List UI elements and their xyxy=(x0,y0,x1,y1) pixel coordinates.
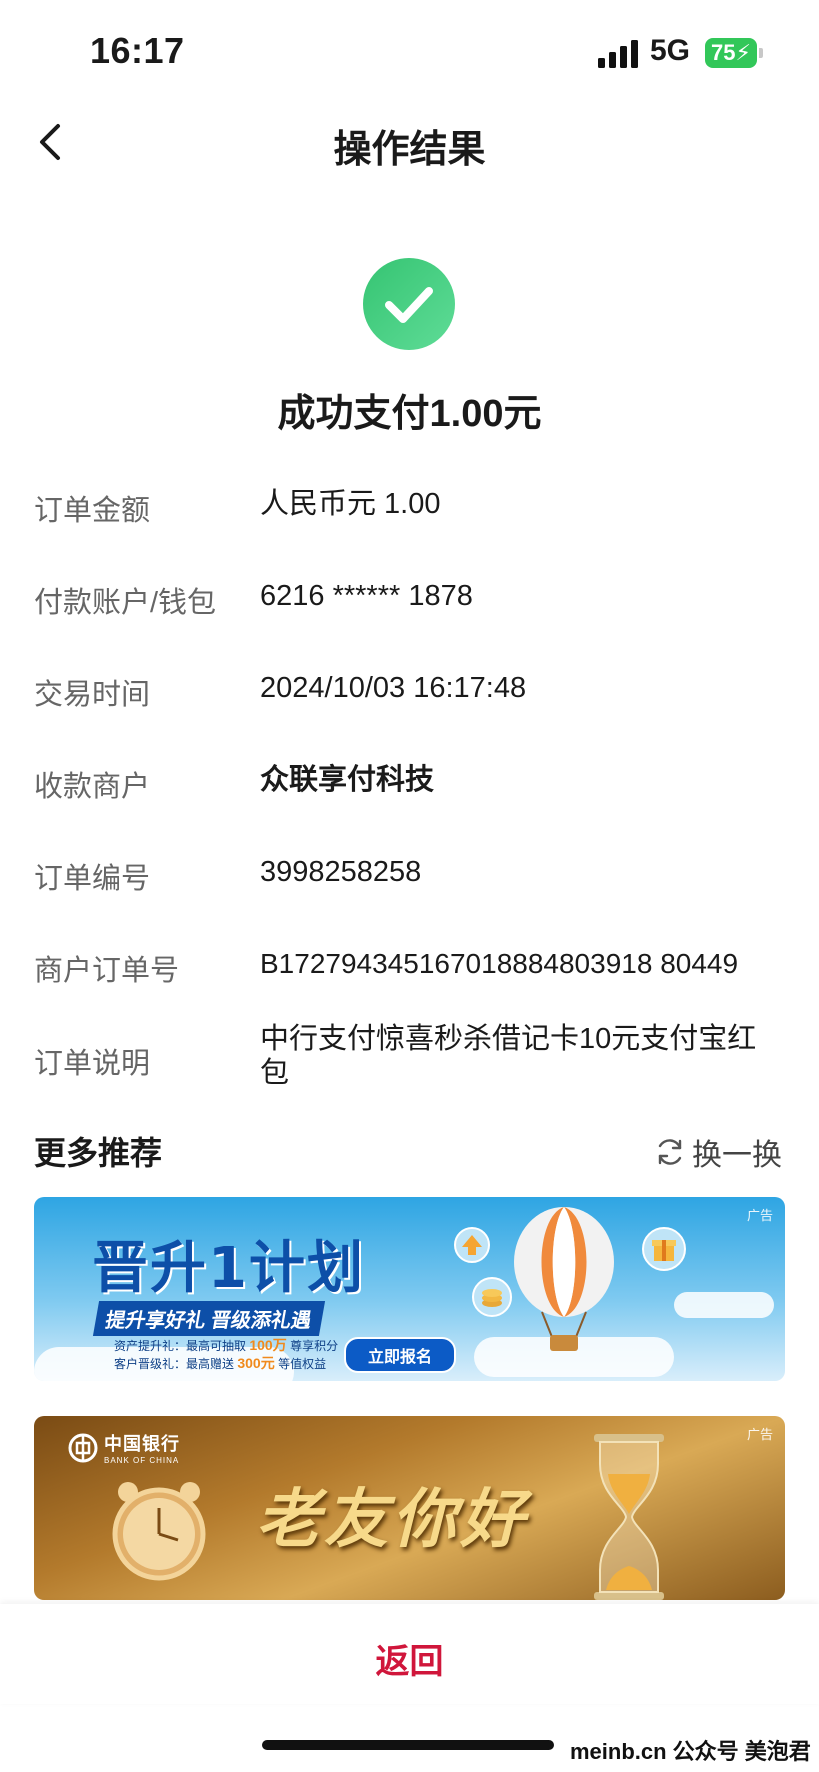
network-label: 5G xyxy=(650,34,691,67)
bank-of-china-logo-icon xyxy=(68,1433,98,1462)
banner-line-1-suffix: 尊享积分 xyxy=(290,1339,339,1353)
signal-icon xyxy=(598,40,638,68)
detail-label-description: 订单说明 xyxy=(34,1048,151,1080)
promo-banner-upgrade[interactable]: 广告 晋升1计划 提升享好礼 晋级添礼遇 资产提升礼：最高可抽取 100万 尊享… xyxy=(34,1197,785,1381)
banner-headline: 晋升1计划 xyxy=(92,1236,365,1301)
detail-label-order-id: 订单编号 xyxy=(34,863,151,895)
detail-label-merchant-order: 商户订单号 xyxy=(34,955,180,987)
alarm-clock-icon xyxy=(112,1482,206,1581)
banner-line-1: 资产提升礼：最高可抽取 100万 尊享积分 xyxy=(114,1335,338,1355)
detail-value-time: 2024/10/03 16:17:48 xyxy=(260,672,527,704)
banner-line-1-prefix: 资产提升礼：最高可抽取 xyxy=(114,1339,247,1353)
return-button[interactable]: 返回 xyxy=(0,1634,819,1683)
detail-value-merchant-order: B172794345167018884803918 80449 xyxy=(260,948,739,979)
battery-cap xyxy=(759,48,763,58)
promo-banner-old-friend[interactable]: 广告 中国银行 BANK OF CHINA 老友你好 xyxy=(34,1416,785,1600)
recommend-title: 更多推荐 xyxy=(34,1135,163,1171)
hot-air-balloon-icon xyxy=(514,1207,614,1351)
banner-headline: 老友你好 xyxy=(256,1482,528,1557)
coins-bubble-icon xyxy=(472,1277,512,1317)
cloud-shape xyxy=(674,1292,774,1318)
gift-bubble-icon xyxy=(642,1227,686,1271)
ad-tag: 广告 xyxy=(746,1427,773,1442)
banner-line-2-highlight: 300元 xyxy=(237,1355,275,1371)
status-time: 16:17 xyxy=(90,30,185,71)
detail-value-order-id: 3998258258 xyxy=(260,856,422,888)
refresh-button[interactable]: 换一换 xyxy=(654,1130,782,1174)
battery-icon: 75⚡ xyxy=(705,38,757,68)
refresh-icon xyxy=(658,1139,682,1165)
detail-label-amount: 订单金额 xyxy=(34,495,151,527)
banner-subline: 提升享好礼 晋级添礼遇 xyxy=(92,1301,325,1336)
success-message: 成功支付1.00元 xyxy=(277,393,542,435)
banner-line-2-suffix: 等值权益 xyxy=(278,1357,327,1371)
detail-value-account: 6216 ****** 1878 xyxy=(260,580,473,612)
detail-label-account: 付款账户/钱包 xyxy=(34,587,217,619)
success-check-icon xyxy=(363,258,455,350)
detail-label-time: 交易时间 xyxy=(34,679,151,711)
arrow-up-bubble-icon xyxy=(454,1227,490,1263)
detail-label-merchant: 收款商户 xyxy=(34,771,151,803)
bank-name-cn: 中国银行 xyxy=(104,1434,180,1454)
ad-tag: 广告 xyxy=(746,1208,773,1223)
refresh-label: 换一换 xyxy=(692,1139,782,1172)
watermark: meinb.cn 公众号 美泡君 xyxy=(566,1734,811,1766)
bank-logo: 中国银行 BANK OF CHINA xyxy=(68,1430,180,1465)
bank-name-en: BANK OF CHINA xyxy=(104,1456,180,1465)
banner-line-2: 客户晋级礼：最高赠送 300元 等值权益 xyxy=(114,1353,326,1373)
battery-level: 75 xyxy=(711,40,736,65)
hourglass-icon xyxy=(594,1434,664,1600)
detail-value-description: 中行支付惊喜秒杀借记卡10元支付宝红包 xyxy=(260,1023,757,1089)
home-indicator[interactable] xyxy=(262,1740,554,1750)
banner-line-1-highlight: 100万 xyxy=(249,1337,287,1353)
banner-line-2-prefix: 客户晋级礼：最高赠送 xyxy=(114,1357,235,1371)
detail-value-amount: 人民币元 1.00 xyxy=(260,488,441,520)
register-now-button[interactable]: 立即报名 xyxy=(344,1337,457,1373)
page-title: 操作结果 xyxy=(333,129,486,171)
detail-value-merchant: 众联享付科技 xyxy=(260,764,435,796)
